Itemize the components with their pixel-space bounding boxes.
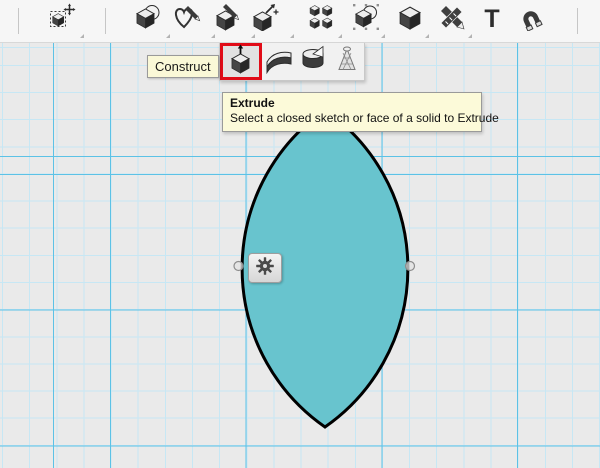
construct-group-label: Construct xyxy=(147,55,219,78)
loft-icon xyxy=(332,44,362,79)
modify-tool-button[interactable] xyxy=(396,5,424,33)
measure-tool-button[interactable] xyxy=(438,5,466,33)
tooltip-description: Select a closed sketch or face of a soli… xyxy=(230,111,499,125)
toolbar-separator xyxy=(577,8,578,34)
revolve-icon xyxy=(298,44,328,79)
revolve-menu-item[interactable] xyxy=(296,43,330,80)
measure-icon xyxy=(438,3,466,36)
dropdown-corner-mark xyxy=(338,34,342,38)
tooltip-title: Extrude xyxy=(230,96,275,110)
construct-dropdown-menu xyxy=(219,43,365,81)
construct-tool-button[interactable] xyxy=(213,3,241,36)
dropdown-corner-mark xyxy=(290,34,294,38)
gear-icon xyxy=(255,256,275,281)
sweep-icon xyxy=(264,44,294,79)
sketch-tool-button[interactable] xyxy=(173,5,201,33)
primitives-tool-button[interactable] xyxy=(134,3,162,36)
sweep-menu-item[interactable] xyxy=(262,43,296,80)
dropdown-corner-mark xyxy=(425,34,429,38)
pattern-tool-button[interactable] xyxy=(308,3,336,36)
dropdown-corner-mark xyxy=(251,34,255,38)
modify-icon xyxy=(396,3,424,36)
transform-tool-button[interactable] xyxy=(251,3,279,36)
text-icon: T xyxy=(484,5,500,33)
extrude-icon xyxy=(226,44,256,79)
dropdown-corner-mark xyxy=(381,34,385,38)
loft-menu-item[interactable] xyxy=(330,43,364,80)
combine-icon xyxy=(352,3,380,36)
transform-icon xyxy=(251,3,279,36)
pattern-icon xyxy=(308,3,336,36)
toolbar-separator xyxy=(18,8,19,34)
snap-icon xyxy=(516,3,544,36)
main-toolbar: T xyxy=(0,0,600,43)
construct-icon xyxy=(213,3,241,36)
extrude-tooltip: Extrude Select a closed sketch or face o… xyxy=(222,92,499,132)
dropdown-corner-mark xyxy=(166,34,170,38)
sketch-settings-button[interactable] xyxy=(248,253,282,283)
app-window: T Construct Extrude Select a closed sket… xyxy=(0,0,600,468)
dropdown-corner-mark xyxy=(80,34,84,38)
text-tool-button[interactable]: T xyxy=(478,5,506,33)
sketch-icon xyxy=(173,3,201,36)
primitives-icon xyxy=(134,3,162,36)
combine-tool-button[interactable] xyxy=(352,3,380,36)
left-vertex-handle[interactable] xyxy=(233,260,244,272)
extrude-menu-item[interactable] xyxy=(220,43,262,80)
snap-tool-button[interactable] xyxy=(516,5,544,33)
toolbar-separator xyxy=(105,8,106,34)
dropdown-corner-mark xyxy=(468,34,472,38)
dropdown-corner-mark xyxy=(211,34,215,38)
right-vertex-handle[interactable] xyxy=(404,260,416,272)
move-icon xyxy=(48,3,76,36)
move-tool-button[interactable] xyxy=(48,3,76,36)
